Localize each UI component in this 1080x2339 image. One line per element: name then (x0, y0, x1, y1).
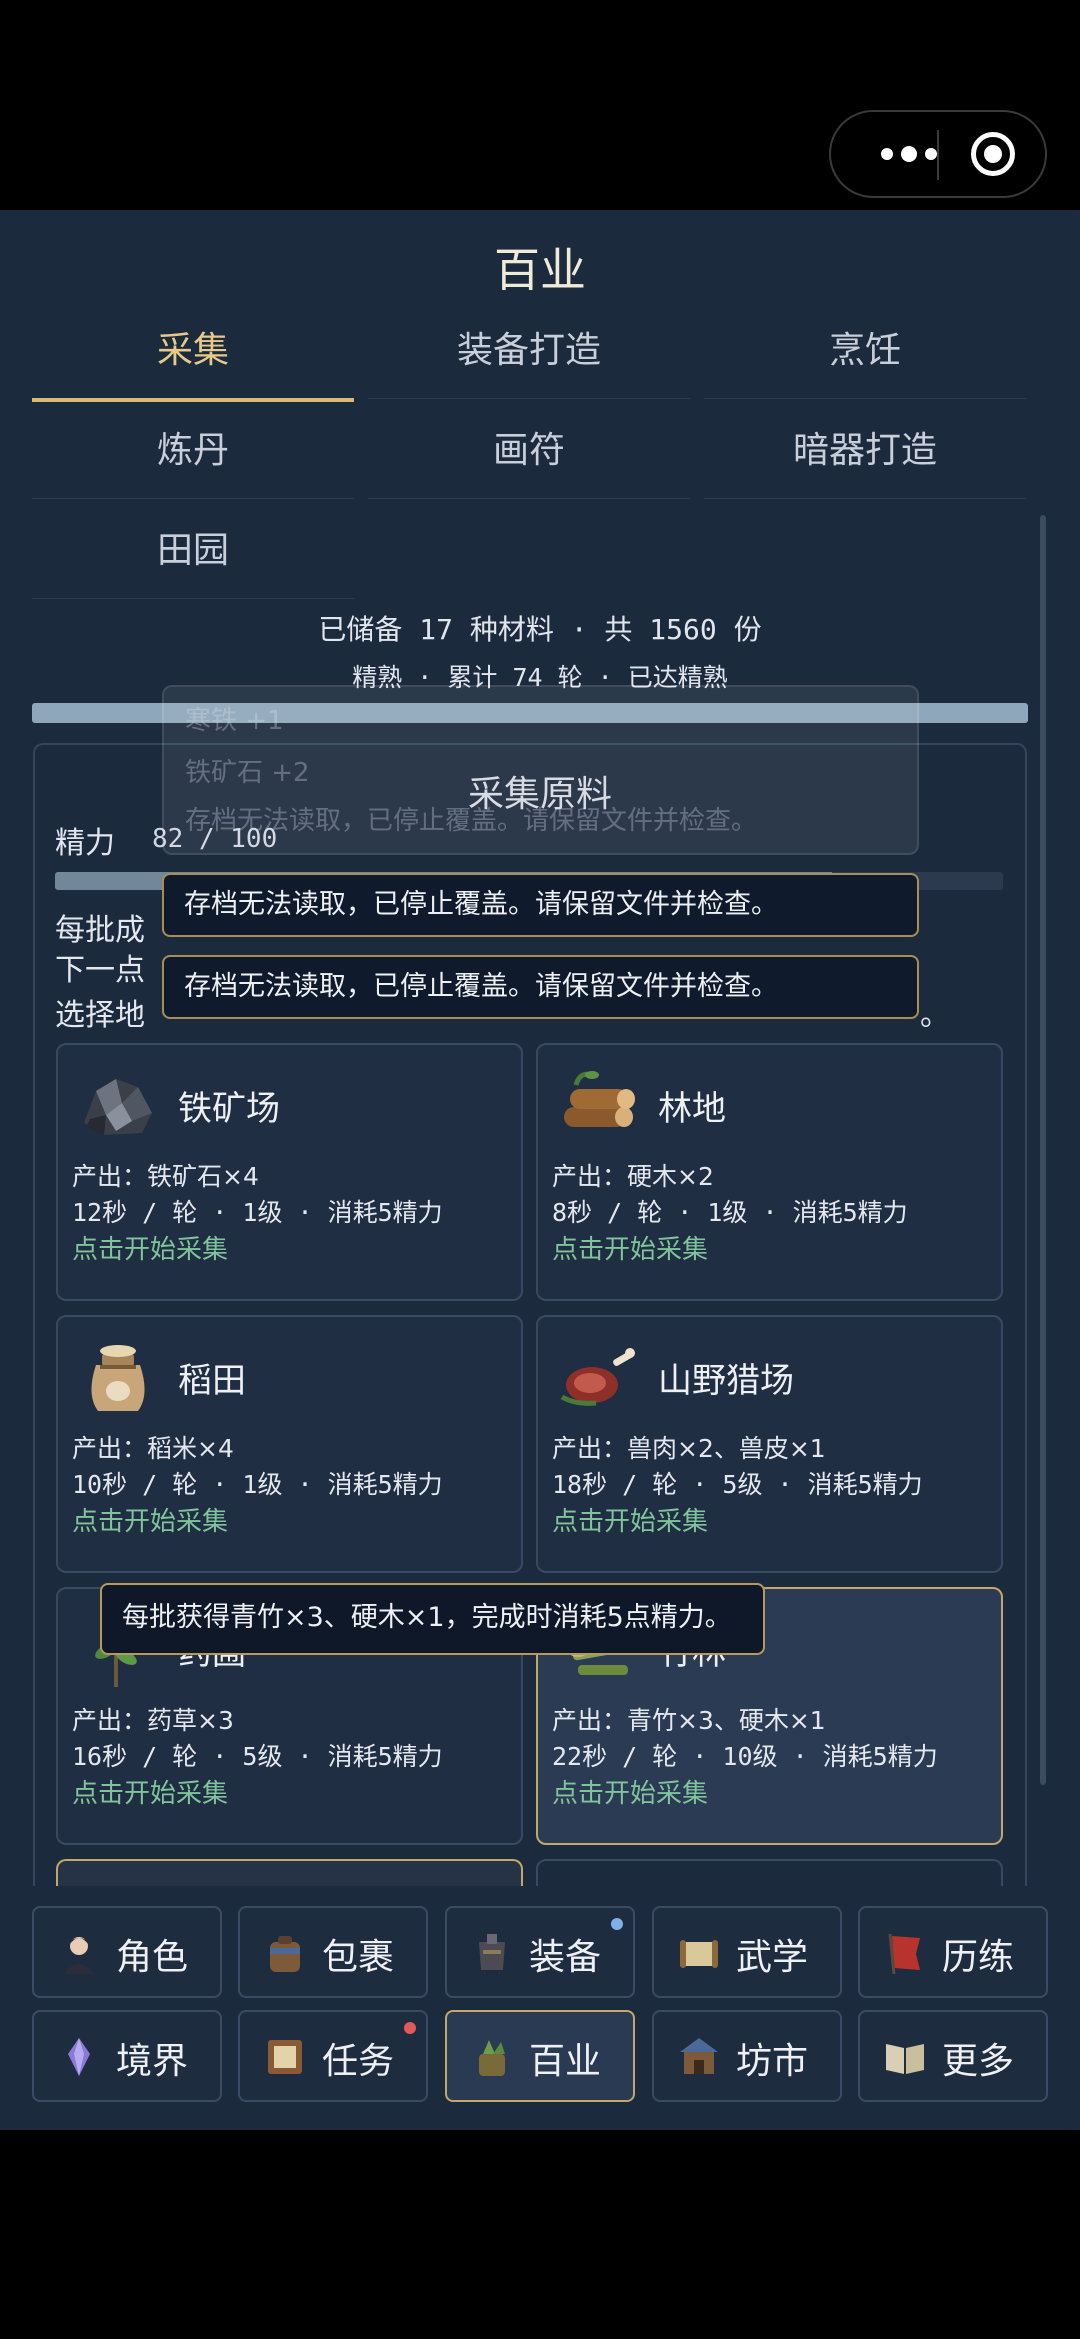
start-gather-link[interactable]: 点击开始采集 (552, 1773, 708, 1810)
card-output: 产出：兽肉×2、兽皮×1 (552, 1434, 826, 1463)
tab-talisman[interactable]: 画符 (368, 403, 690, 499)
choose-location-text: 选择地 (55, 998, 145, 1033)
status-bar (0, 0, 1080, 210)
character-icon (64, 1937, 94, 1974)
tab-hidden-weapon-forge[interactable]: 暗器打造 (704, 403, 1026, 499)
ghost-note: 铁矿石 +2 (185, 758, 310, 788)
start-gather-link[interactable]: 点击开始采集 (72, 1229, 228, 1266)
card-meta: 16秒 / 轮 · 5级 · 消耗5精力 (72, 1742, 443, 1771)
next-point-text: 下一点 (55, 953, 145, 988)
nav-inventory[interactable]: 包裹 (238, 1906, 428, 1998)
nav-character[interactable]: 角色 (32, 1906, 222, 1998)
scrollbar[interactable] (1040, 515, 1046, 1785)
notification-badge (611, 1918, 623, 1930)
banner-icon (888, 1933, 920, 1975)
rice-sack-icon (91, 1345, 145, 1411)
card-output: 产出：青竹×3、硬木×1 (552, 1706, 826, 1735)
nav-training[interactable]: 历练 (858, 1906, 1048, 1998)
save-error-toast: 存档无法读取，已停止覆盖。请保留文件并检查。 (162, 955, 919, 1019)
start-gather-link[interactable]: 点击开始采集 (72, 1773, 228, 1810)
iron-ore-icon (84, 1079, 152, 1135)
close-miniprogram-icon[interactable] (971, 132, 1015, 176)
page-title: 百业 (494, 243, 586, 297)
card-name: 林地 (658, 1089, 726, 1129)
more-menu-icon[interactable] (881, 140, 937, 168)
book-icon (886, 2044, 924, 2074)
save-error-toast: 存档无法读取，已停止覆盖。请保留文件并检查。 (162, 873, 919, 937)
card-tooltip: 每批获得青竹×3、硬木×1，完成时消耗5点精力。 (100, 1583, 765, 1655)
nav-label: 历练 (942, 1937, 1015, 1978)
nav-label: 更多 (942, 2041, 1015, 2082)
card-name: 山野猎场 (658, 1361, 794, 1401)
crafting-icon (479, 2040, 505, 2076)
tab-farm[interactable]: 田园 (32, 503, 354, 599)
nav-realm[interactable]: 境界 (32, 2010, 222, 2102)
nav-label: 包裹 (322, 1937, 395, 1978)
card-meta: 22秒 / 轮 · 10级 · 消耗5精力 (552, 1742, 938, 1771)
nav-label: 装备 (529, 1937, 602, 1978)
notification-badge (404, 2022, 416, 2034)
gather-card-iron-mine[interactable]: 铁矿场 产出：铁矿石×4 12秒 / 轮 · 1级 · 消耗5精力 点击开始采集 (56, 1043, 523, 1301)
card-meta: 8秒 / 轮 · 1级 · 消耗5精力 (552, 1198, 908, 1227)
card-meta: 10秒 / 轮 · 1级 · 消耗5精力 (72, 1470, 443, 1499)
nav-label: 任务 (322, 2041, 395, 2082)
card-meta: 12秒 / 轮 · 1级 · 消耗5精力 (72, 1198, 443, 1227)
start-gather-link[interactable]: 点击开始采集 (72, 1501, 228, 1538)
nav-label: 坊市 (736, 2041, 809, 2082)
bottom-navigation: 角色 包裹 装备 武学 历练 境界 任务 百业 坊市 更多 (0, 1886, 1080, 2130)
nav-label: 百业 (529, 2041, 602, 2082)
nav-more[interactable]: 更多 (858, 2010, 1048, 2102)
batch-info-text: 每批成 (55, 913, 145, 948)
nav-label: 境界 (116, 2041, 189, 2082)
scroll-icon (680, 1940, 718, 1968)
miniprogram-capsule (829, 110, 1047, 198)
nav-equipment[interactable]: 装备 (445, 1906, 635, 1998)
quest-board-icon (268, 2040, 302, 2074)
nav-label: 角色 (116, 1937, 189, 1978)
card-meta: 18秒 / 轮 · 5级 · 消耗5精力 (552, 1470, 923, 1499)
choose-location-tail: 。 (920, 998, 950, 1033)
tab-equipment-forge[interactable]: 装备打造 (368, 303, 690, 399)
card-name: 铁矿场 (178, 1089, 280, 1129)
wood-logs-icon (564, 1071, 635, 1127)
start-gather-link[interactable]: 点击开始采集 (552, 1501, 708, 1538)
card-name: 稻田 (178, 1361, 246, 1401)
nav-quests[interactable]: 任务 (238, 2010, 428, 2102)
capsule-divider (937, 130, 939, 180)
tab-alchemy[interactable]: 炼丹 (32, 403, 354, 499)
start-gather-link[interactable]: 点击开始采集 (552, 1229, 708, 1266)
nav-label: 武学 (736, 1937, 809, 1978)
ghost-note: 寒铁 +1 (185, 706, 284, 736)
nav-martial-arts[interactable]: 武学 (652, 1906, 842, 1998)
meat-icon (560, 1348, 635, 1406)
nav-market[interactable]: 坊市 (652, 2010, 842, 2102)
gather-card-hunting-ground[interactable]: 山野猎场 产出：兽肉×2、兽皮×1 18秒 / 轮 · 5级 · 消耗5精力 点… (536, 1315, 1003, 1573)
card-output: 产出：稻米×4 (72, 1434, 234, 1463)
card-output: 产出：药草×3 (72, 1706, 234, 1735)
nav-crafts[interactable]: 百业 (445, 2010, 635, 2102)
gather-card-woodland[interactable]: 林地 产出：硬木×2 8秒 / 轮 · 1级 · 消耗5精力 点击开始采集 (536, 1043, 1003, 1301)
armor-icon (479, 1934, 505, 1970)
card-output: 产出：铁矿石×4 (72, 1162, 259, 1191)
tab-cooking[interactable]: 烹饪 (704, 303, 1026, 399)
market-icon (680, 2038, 718, 2074)
materials-summary: 已储备 17 种材料 · 共 1560 份 (318, 613, 762, 646)
bag-icon (270, 1936, 300, 1972)
energy-label: 精力 (55, 826, 115, 861)
home-indicator-area (0, 2130, 1080, 2339)
gather-card-rice-field[interactable]: 稻田 产出：稻米×4 10秒 / 轮 · 1级 · 消耗5精力 点击开始采集 (56, 1315, 523, 1573)
crystal-icon (68, 2038, 90, 2076)
card-output: 产出：硬木×2 (552, 1162, 714, 1191)
ghost-note: 存档无法读取，已停止覆盖。请保留文件并检查。 (185, 806, 758, 836)
tab-gather[interactable]: 采集 (32, 303, 354, 402)
